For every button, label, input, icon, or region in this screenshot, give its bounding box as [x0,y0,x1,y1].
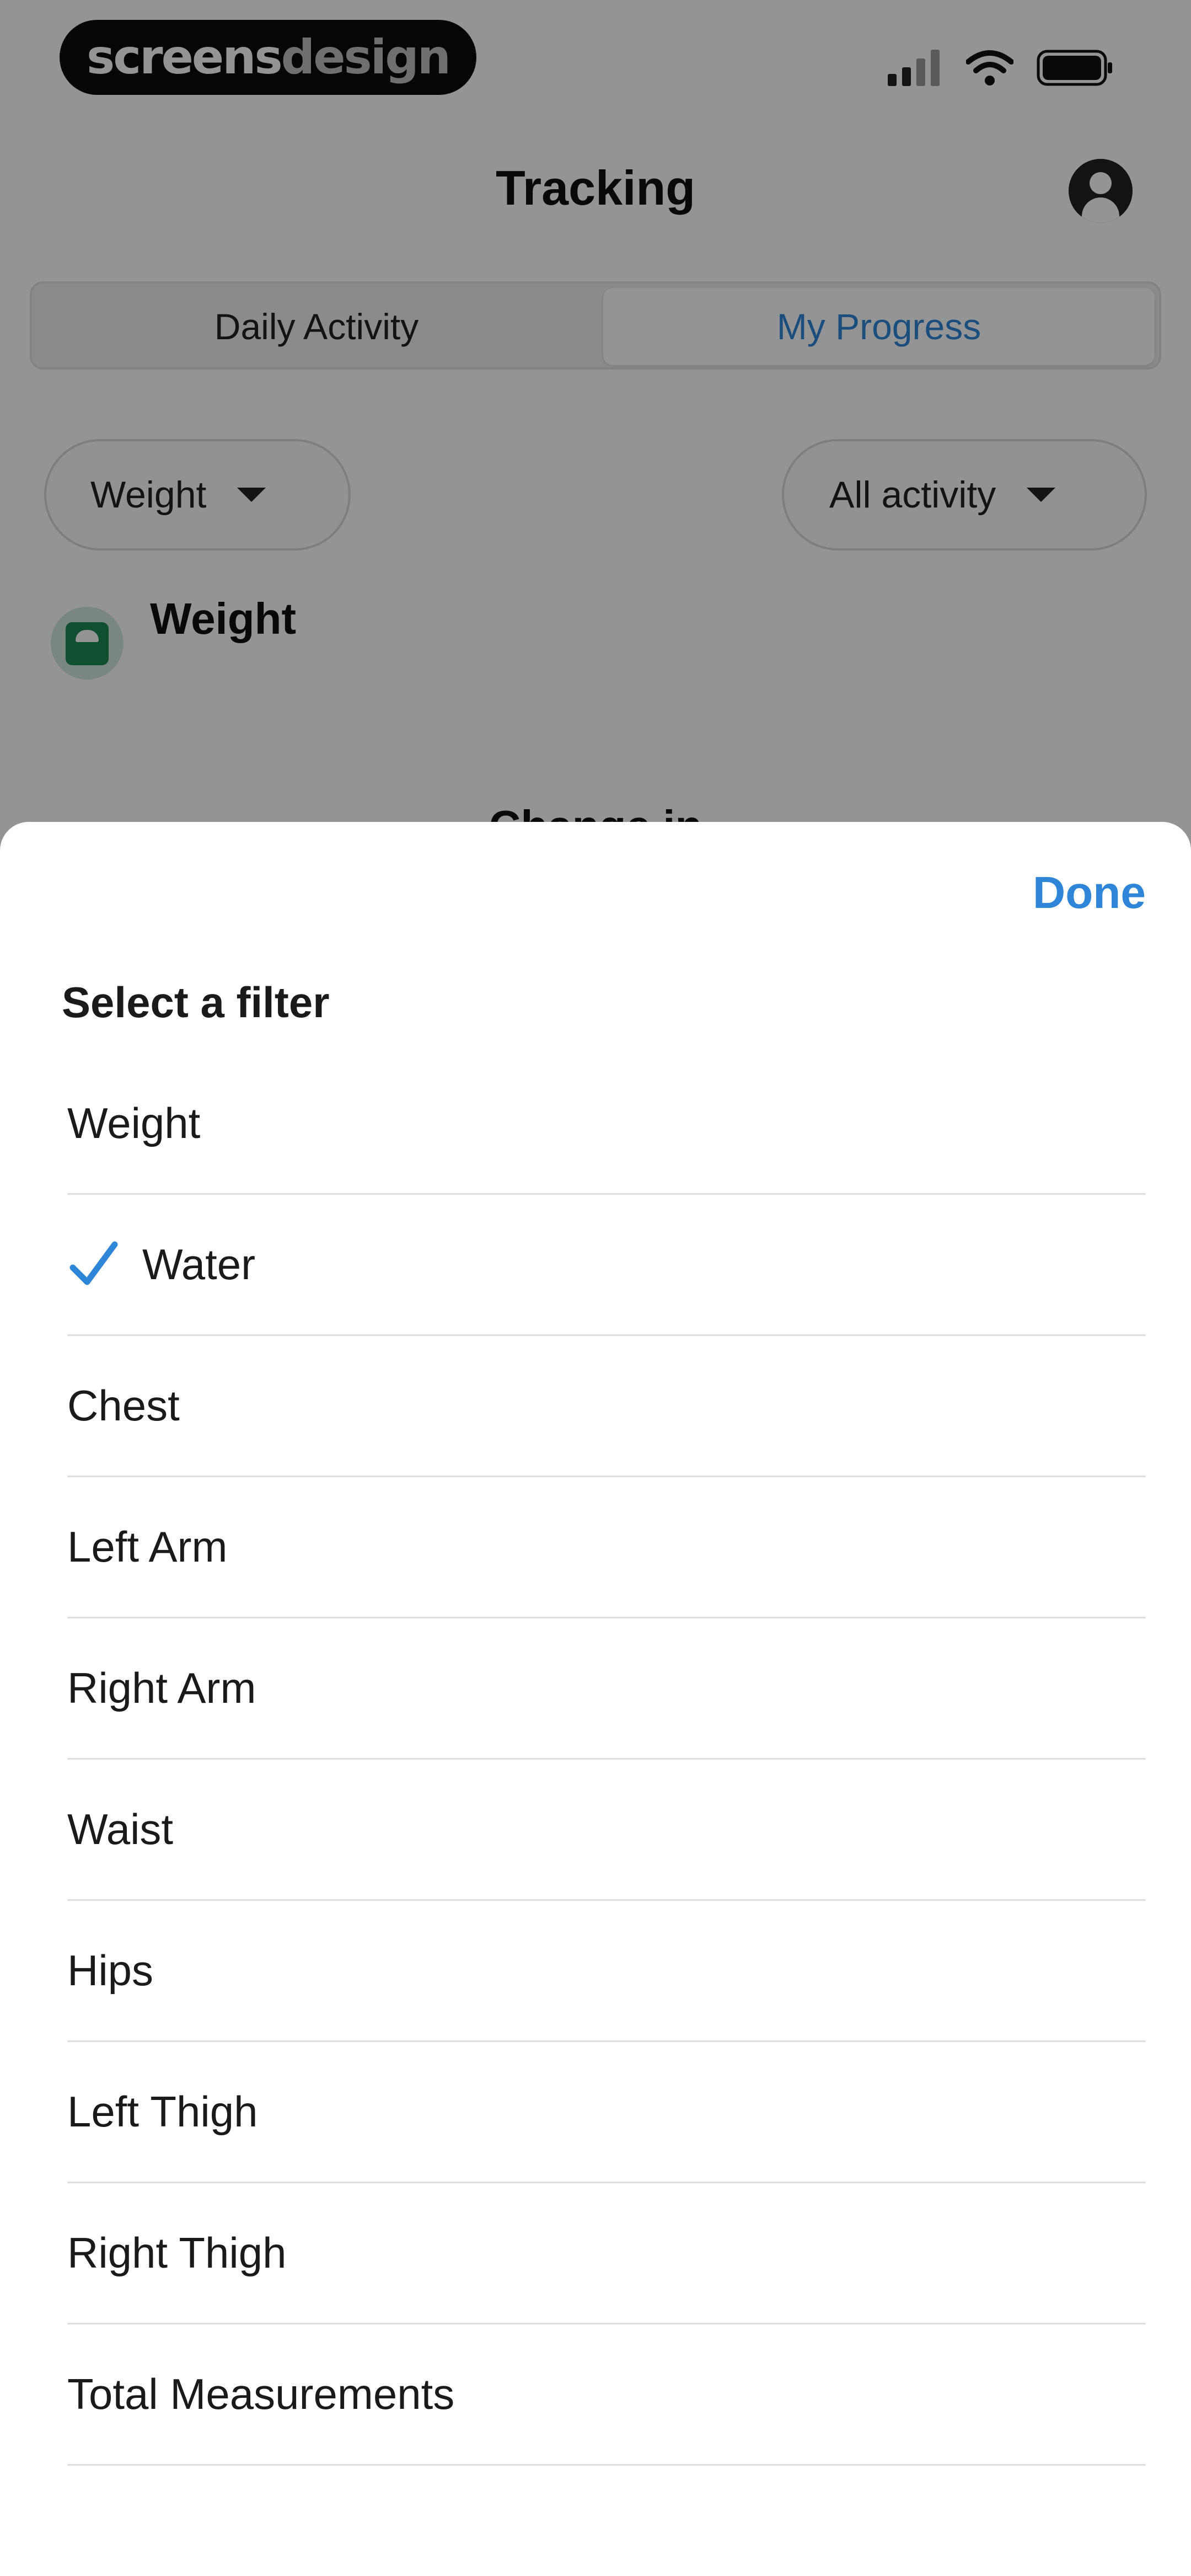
filter-option-right-arm[interactable]: Right Arm [67,1618,1146,1760]
option-label: Right Arm [67,1664,256,1712]
option-label: Total Measurements [67,2370,455,2418]
option-label: Hips [67,1946,154,1995]
filter-option-total-measurements[interactable]: Total Measurements [67,2324,1146,2466]
filter-option-chest[interactable]: Chest [67,1336,1146,1477]
filter-bottom-sheet: Done Select a filter Weight Water Chest … [0,822,1191,2576]
filter-option-left-arm[interactable]: Left Arm [67,1477,1146,1618]
option-label: Left Thigh [67,2087,258,2136]
filter-option-water[interactable]: Water [67,1195,1146,1336]
tracking-screen: screens design Tracking Daily Activity My… [0,0,1191,2576]
checkmark-icon [69,1241,118,1285]
option-label: Water [142,1240,256,1289]
option-label: Left Arm [67,1522,228,1571]
option-label: Right Thigh [67,2228,287,2277]
filter-option-weight[interactable]: Weight [67,1054,1146,1195]
filter-option-left-thigh[interactable]: Left Thigh [67,2042,1146,2183]
option-label: Weight [67,1099,201,1147]
filter-option-right-thigh[interactable]: Right Thigh [67,2183,1146,2324]
done-button[interactable]: Done [1033,867,1146,919]
option-label: Waist [67,1805,174,1853]
option-label: Chest [67,1381,180,1430]
filter-option-hips[interactable]: Hips [67,1901,1146,2042]
filter-options-list: Weight Water Chest Left Arm Right Arm Wa… [67,1054,1146,2466]
sheet-title: Select a filter [62,978,330,1027]
filter-option-waist[interactable]: Waist [67,1760,1146,1901]
